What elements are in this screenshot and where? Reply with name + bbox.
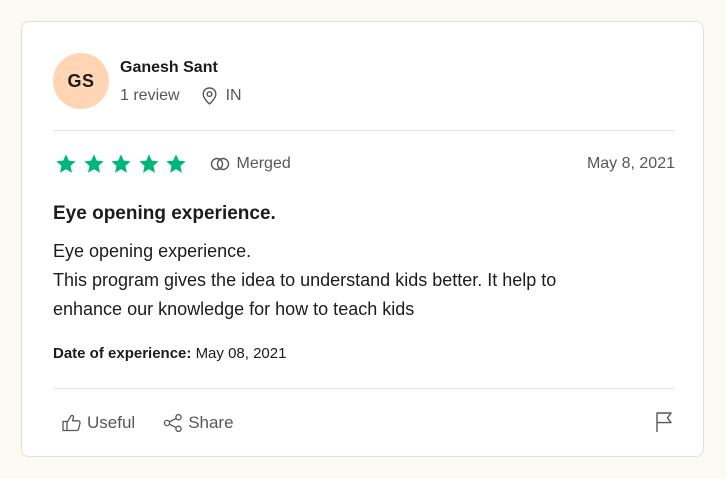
review-count: 1 review	[120, 86, 180, 104]
rating-row: Merged May 8, 2021	[55, 152, 675, 176]
divider-top	[53, 130, 675, 131]
country-code: IN	[225, 86, 242, 104]
useful-button[interactable]: Useful	[62, 411, 135, 435]
consumer-name[interactable]: Ganesh Sant	[120, 58, 242, 78]
star-icon	[56, 154, 76, 173]
date-of-experience: Date of experience: May 08, 2021	[53, 344, 286, 364]
review-title[interactable]: Eye opening experience.	[53, 202, 276, 226]
location-pin-icon	[202, 86, 217, 105]
merged-badge: Merged	[210, 155, 291, 173]
review-body-line: Eye opening experience.	[53, 241, 252, 261]
consumer-location: IN	[202, 86, 242, 106]
share-button[interactable]: Share	[163, 411, 234, 435]
star-icon	[138, 154, 159, 173]
star-rating	[55, 153, 193, 175]
divider-bottom	[53, 388, 675, 389]
review-card: GS Ganesh Sant 1 review IN Merged May 8,…	[21, 21, 704, 457]
share-icon	[163, 414, 182, 432]
merged-label: Merged	[236, 155, 291, 172]
review-date: May 8, 2021	[586, 155, 675, 172]
star-icon	[166, 154, 186, 173]
review-body: Eye opening experience. This program giv…	[53, 237, 675, 324]
star-icon	[83, 154, 104, 173]
experience-label: Date of experience:	[53, 345, 192, 362]
review-body-line: enhance our knowledge for how to teach k…	[53, 299, 415, 319]
review-body-line: This program gives the idea to understan…	[53, 270, 557, 290]
consumer-info: GS Ganesh Sant 1 review IN	[53, 53, 242, 109]
thumbs-up-icon	[62, 414, 81, 432]
consumer-meta: 1 review IN	[120, 86, 242, 106]
consumer-details: Ganesh Sant 1 review IN	[120, 57, 242, 106]
share-label: Share	[188, 413, 234, 432]
merged-icon	[210, 157, 229, 171]
star-icon	[111, 154, 131, 173]
review-actions: Useful Share	[62, 411, 262, 435]
report-flag-button[interactable]	[653, 411, 675, 433]
experience-date: May 08, 2021	[195, 345, 287, 362]
avatar[interactable]: GS	[53, 53, 109, 109]
flag-icon	[656, 412, 672, 432]
useful-label: Useful	[87, 413, 136, 432]
